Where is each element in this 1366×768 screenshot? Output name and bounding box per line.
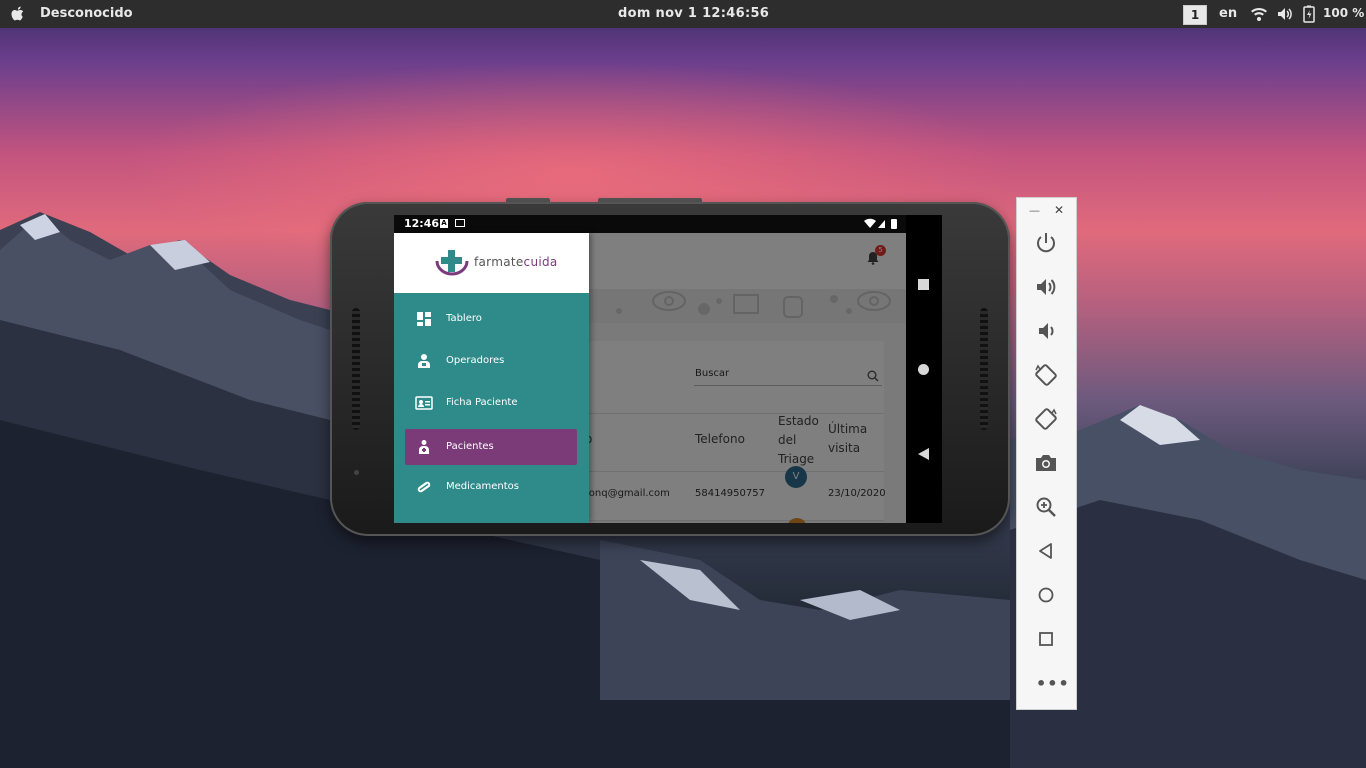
menu-item-pacientes[interactable]: Pacientes [405, 429, 577, 465]
phone-camera [354, 470, 359, 475]
power-icon[interactable] [1033, 230, 1059, 256]
volume-icon[interactable] [1276, 5, 1294, 23]
back-icon[interactable] [1033, 538, 1059, 564]
farmatecuida-logo-icon [435, 250, 469, 276]
notification-a-icon: A [440, 219, 448, 228]
back-button[interactable] [918, 448, 929, 460]
menu-item-label: Pacientes [446, 441, 494, 452]
volume-down-icon[interactable] [1033, 318, 1059, 344]
battery-percentage: 100 % [1323, 6, 1365, 20]
clock[interactable]: dom nov 1 12:46:56 [618, 6, 769, 21]
menu-item-operadores[interactable]: Operadores [405, 343, 577, 379]
menu-item-ficha-paciente[interactable]: Ficha Paciente [405, 385, 577, 421]
android-status-bar: 12:46 A [394, 215, 906, 233]
home-icon[interactable] [1033, 582, 1059, 608]
overview-button[interactable] [918, 279, 929, 290]
wifi-icon[interactable] [1250, 5, 1268, 23]
rotate-right-icon[interactable] [1033, 406, 1059, 432]
dashboard-icon [417, 312, 431, 326]
menu-item-tablero[interactable]: Tablero [405, 301, 577, 337]
emulator-screen[interactable]: 12:46 A 5 Buscar [394, 215, 942, 523]
navigation-drawer: farmatecuida Tablero Operadores Ficha Pa… [394, 233, 589, 523]
menu-item-label: Ficha Paciente [446, 397, 518, 408]
patients-icon [419, 440, 429, 454]
close-icon[interactable]: ✕ [1054, 203, 1064, 217]
signal-battery-icons [864, 218, 897, 229]
volume-up-icon[interactable] [1033, 274, 1059, 300]
zoom-icon[interactable] [1033, 494, 1059, 520]
menu-item-medicamentos[interactable]: Medicamentos [405, 469, 577, 505]
apple-icon[interactable] [10, 5, 26, 23]
android-status-time: 12:46 [404, 217, 440, 230]
logo-text-suffix: cuida [523, 255, 558, 269]
emulator-toolbar: — ✕ ••• [1017, 198, 1076, 709]
minimize-icon[interactable]: — [1029, 204, 1040, 217]
android-nav-bar [906, 215, 942, 523]
battery-charging-icon[interactable] [1302, 5, 1316, 23]
camera-icon[interactable] [1033, 450, 1059, 476]
phone-speaker-left [352, 308, 360, 430]
menu-item-label: Tablero [446, 313, 482, 324]
drawer-header: farmatecuida [394, 233, 589, 293]
keyboard-language[interactable]: en [1219, 6, 1237, 21]
notification-image-icon [455, 219, 465, 227]
app-logo-text: farmatecuida [474, 255, 558, 269]
phone-speaker-right [980, 308, 988, 430]
overview-icon[interactable] [1033, 626, 1059, 652]
more-icon[interactable]: ••• [1036, 674, 1070, 693]
operators-icon [418, 354, 430, 368]
logo-text-prefix: farmate [474, 255, 524, 269]
menu-item-label: Operadores [446, 355, 505, 366]
rotate-left-icon[interactable] [1033, 362, 1059, 388]
pill-icon [417, 481, 431, 493]
workspace-indicator[interactable]: 1 [1183, 5, 1207, 25]
menu-item-label: Medicamentos [446, 481, 520, 492]
home-button[interactable] [918, 364, 929, 375]
patient-card-icon [415, 396, 433, 410]
system-top-bar: Desconocido dom nov 1 12:46:56 1 en 100 … [0, 0, 1366, 28]
active-app-name[interactable]: Desconocido [40, 6, 133, 21]
